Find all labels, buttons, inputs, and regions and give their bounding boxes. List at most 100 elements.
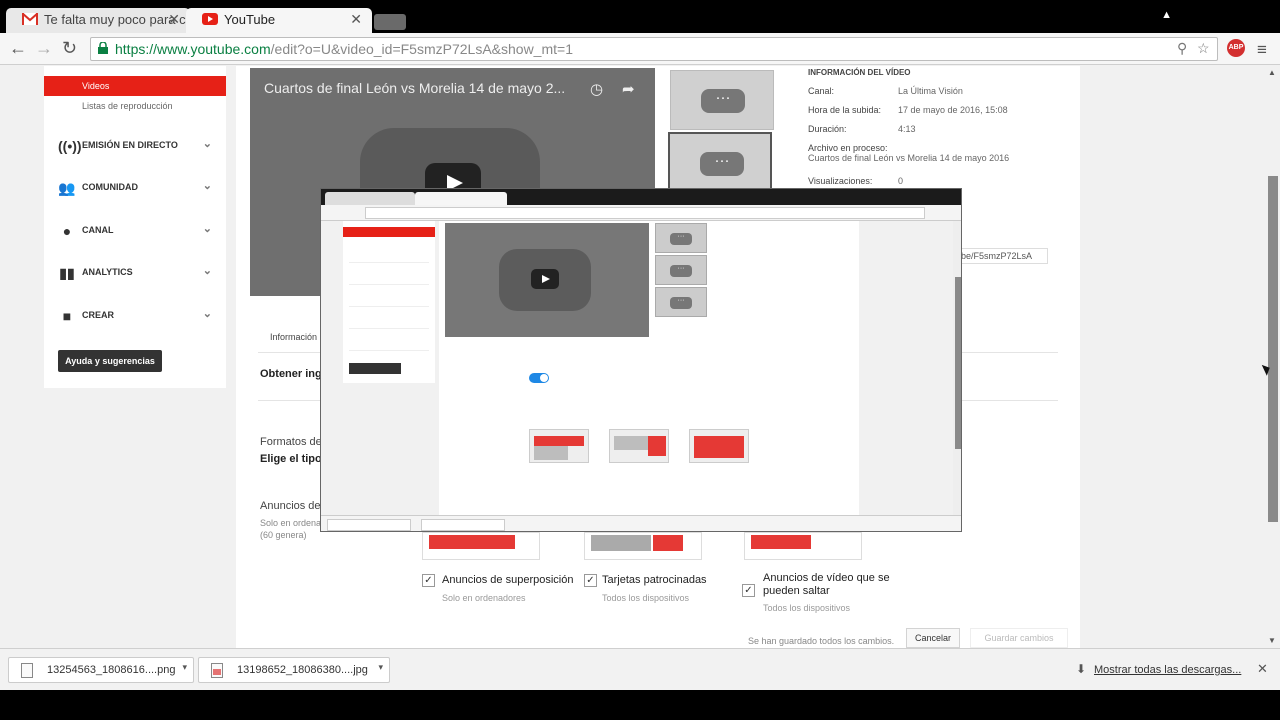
screen: Te falta muy poco para c ✕ YouTube ✕ ▲ ←… [0, 0, 1280, 720]
ads-subtitle: Solo en ordena [260, 518, 322, 528]
letterbox-bar [0, 690, 1280, 720]
close-icon[interactable]: ✕ [1257, 661, 1268, 677]
back-icon[interactable]: ← [9, 38, 27, 59]
url-text: https://www.youtube.com/edit?o=U&video_i… [115, 41, 573, 57]
skippable-ads-checkbox[interactable]: ✓ [742, 584, 755, 597]
saved-status: Se han guardado todos los cambios. [748, 636, 895, 646]
sponsored-cards-sub: Todos los dispositivos [602, 593, 690, 603]
reload-icon[interactable]: ↻ [62, 38, 77, 59]
more-icon: ··· [670, 233, 692, 245]
chevron-down-icon: ⌄ [202, 265, 212, 277]
thumbnail-option[interactable]: ··· [668, 132, 772, 192]
nested-play-icon [531, 269, 559, 289]
help-feedback-button[interactable]: Ayuda y sugerencias [58, 350, 162, 372]
image-file-icon [211, 663, 223, 678]
url-path: /edit?o=U&video_id=F5smzP72LsA&show_mt=1 [270, 41, 573, 57]
sidebar-item-label: ANALYTICS [82, 267, 133, 277]
sidebar-item-videos[interactable]: Videos [44, 76, 226, 96]
scrollbar-thumb[interactable] [1268, 176, 1278, 522]
chevron-down-icon: ⌄ [202, 308, 212, 320]
nested-scrollbar [953, 221, 961, 515]
nested-sidebar-item [349, 323, 429, 329]
scroll-down-icon[interactable]: ▼ [1268, 636, 1276, 645]
tab-youtube-title: YouTube [224, 12, 276, 27]
nested-page: ··· ··· ··· [321, 221, 953, 515]
clock-icon[interactable]: ◷ [590, 80, 603, 98]
overlay-ads-sub: Solo en ordenadores [442, 593, 526, 603]
download-item[interactable]: 13198652_18086380....jpg ▾ [198, 657, 390, 683]
broadcast-icon: ((•)) [58, 138, 82, 154]
share-icon[interactable]: ➦ [622, 80, 635, 98]
chevron-down-icon[interactable]: ▾ [182, 662, 187, 673]
user-profile-icon[interactable]: ▲ [1161, 9, 1172, 21]
nested-ad-bar [648, 436, 666, 456]
address-bar[interactable]: https://www.youtube.com/edit?o=U&video_i… [90, 37, 1218, 61]
sponsored-cards-checkbox[interactable]: ✓ [584, 574, 597, 587]
thumbnail-option[interactable]: ··· [670, 70, 774, 130]
nested-thumbnail: ··· [655, 287, 707, 317]
download-filename: 13198652_18086380....jpg [237, 664, 368, 676]
zoom-icon[interactable]: ⚲ [1177, 40, 1187, 57]
download-item[interactable]: 13254563_1808616....png ▾ [8, 657, 194, 683]
star-icon[interactable]: ☆ [1197, 40, 1210, 57]
cancel-button[interactable]: Cancelar [906, 628, 960, 648]
nested-ad-bar [534, 436, 584, 446]
close-tab-icon[interactable]: ✕ [350, 11, 362, 28]
ad-preview-video [591, 535, 651, 551]
lock-icon [98, 42, 108, 54]
nested-sidebar-item [349, 345, 429, 351]
views-value: 0 [898, 176, 904, 186]
sidebar-item-label: CANAL [82, 225, 114, 235]
download-icon: ⬇ [1076, 662, 1087, 676]
tab-info[interactable]: Información [270, 332, 317, 342]
sidebar-item-live[interactable]: ((•)) EMISIÓN EN DIRECTO ⌄ [58, 136, 212, 156]
download-bar: 13254563_1808616....png ▾ 13198652_18086… [0, 648, 1280, 690]
nested-ad-preview [689, 429, 749, 463]
nested-screenshot: ··· ··· ··· [320, 188, 962, 532]
extension-icon[interactable]: ABP [1227, 39, 1245, 57]
gmail-icon [22, 13, 38, 25]
sidebar-item-create[interactable]: ■ CREAR ⌄ [58, 306, 212, 326]
people-icon: 👥 [58, 180, 76, 196]
monetize-title: Obtener ingr [260, 368, 327, 380]
file-value: Cuartos de final León vs Morelia 14 de m… [808, 153, 1010, 163]
nested-ad-bar [694, 436, 744, 458]
youtube-icon [202, 13, 218, 25]
duration-label: Duración: [808, 124, 847, 134]
chevron-down-icon: ⌄ [202, 138, 212, 150]
formats-subtitle: Elige el tipo [260, 453, 322, 465]
tab-youtube[interactable]: YouTube ✕ [186, 8, 372, 33]
nested-download-item [327, 519, 411, 531]
nested-sidebar [343, 221, 435, 383]
views-label: Visualizaciones: [808, 176, 873, 186]
close-tab-icon[interactable]: ✕ [168, 11, 180, 28]
more-icon: ··· [701, 89, 745, 113]
sidebar-item-community[interactable]: 👥 COMUNIDAD ⌄ [58, 178, 212, 198]
skippable-ads-sub: Todos los dispositivos [763, 603, 851, 613]
sidebar-item-analytics[interactable]: ▮▮ ANALYTICS ⌄ [58, 263, 212, 283]
nested-scrollbar-thumb [955, 277, 961, 449]
new-tab-button[interactable] [374, 14, 406, 30]
formats-title: Formatos de [260, 436, 322, 448]
nested-sidebar-item [349, 279, 429, 285]
chevron-down-icon[interactable]: ▾ [378, 662, 383, 673]
creator-sidebar: Videos Listas de reproducción ((•)) EMIS… [44, 66, 226, 388]
sidebar-item-playlists[interactable]: Listas de reproducción [82, 101, 173, 111]
menu-icon[interactable]: ≡ [1257, 40, 1267, 60]
sidebar-item-label: COMUNIDAD [82, 182, 138, 192]
forward-icon[interactable]: → [35, 38, 53, 59]
nested-tab-gmail [325, 192, 415, 205]
overlay-ads-checkbox[interactable]: ✓ [422, 574, 435, 587]
scroll-up-icon[interactable]: ▲ [1268, 68, 1276, 77]
nested-download-bar [321, 515, 961, 531]
sidebar-item-label: EMISIÓN EN DIRECTO [82, 140, 178, 150]
chevron-down-icon: ⌄ [202, 180, 212, 192]
save-button[interactable]: Guardar cambios [970, 628, 1068, 648]
short-url-field[interactable]: be/F5smzP72LsA [956, 248, 1048, 264]
tab-gmail[interactable]: Te falta muy poco para c ✕ [6, 8, 190, 33]
nested-toggle [529, 373, 549, 383]
sidebar-item-channel[interactable]: ● CANAL ⌄ [58, 221, 212, 241]
nested-thumbnail: ··· [655, 255, 707, 285]
page-scrollbar[interactable]: ▲ ▼ [1266, 66, 1280, 648]
show-all-downloads-link[interactable]: Mostrar todas las descargas... [1094, 664, 1241, 676]
